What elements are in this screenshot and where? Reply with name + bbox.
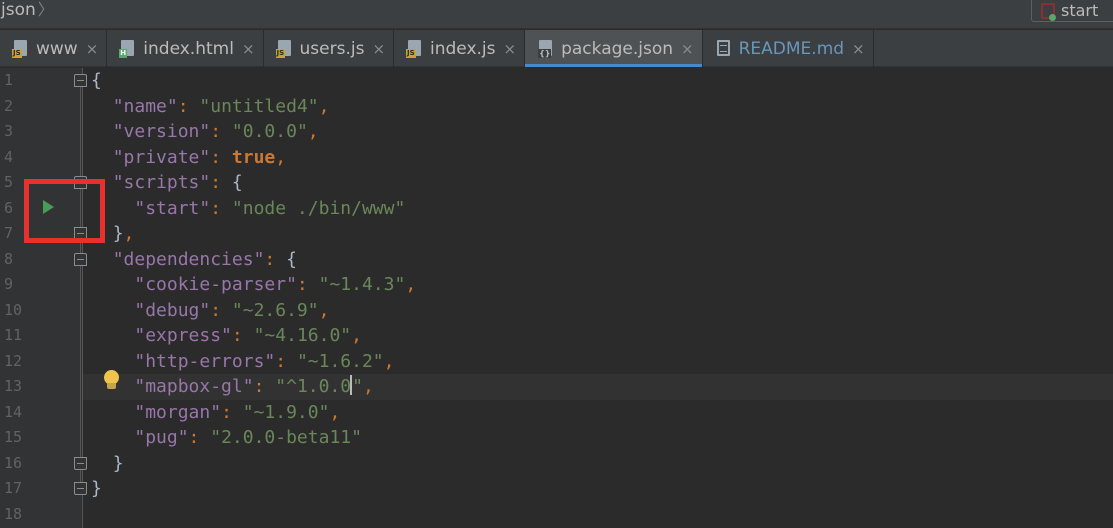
code-line[interactable]: 15 "pug": "2.0.0-beta11" <box>0 425 1113 451</box>
lightbulb-icon[interactable] <box>103 370 120 392</box>
code-line[interactable]: 8 "dependencies": { <box>0 247 1113 273</box>
code-text: "debug": "~2.6.9", <box>134 299 330 321</box>
tab-label: www <box>36 38 78 59</box>
tab-label: users.js <box>299 38 365 59</box>
code-text: { <box>91 70 102 91</box>
code-text: } <box>112 452 124 474</box>
close-icon[interactable]: × <box>852 40 865 58</box>
code-text: "private": true, <box>112 146 287 168</box>
line-number: 4 <box>4 147 14 166</box>
line-number: 3 <box>4 122 14 140</box>
close-icon[interactable]: × <box>681 40 694 58</box>
tab-label: index.html <box>143 38 234 59</box>
markdown-file-icon <box>715 39 731 58</box>
fold-guide <box>80 87 81 491</box>
tab-users-js[interactable]: JS users.js × <box>264 30 395 67</box>
tab-label: README.md <box>738 38 845 59</box>
navigation-bar: json 〉 start <box>0 0 1113 29</box>
fold-collapse-icon[interactable] <box>74 74 87 87</box>
code-line[interactable]: 1 { <box>0 68 1113 94</box>
js-file-icon: JS <box>12 39 28 58</box>
run-configuration-label: start <box>1061 1 1099 20</box>
tab-www[interactable]: JS www × <box>0 30 108 67</box>
code-line[interactable]: 9 "cookie-parser": "~1.4.3", <box>0 272 1113 298</box>
close-icon[interactable]: × <box>86 40 99 58</box>
line-number: 17 <box>4 479 23 497</box>
code-text: "express": "~4.16.0", <box>134 325 362 346</box>
code-text: "mapbox-gl": "^1.0.0", <box>134 375 374 397</box>
tab-package-json[interactable]: {} package.json × <box>525 30 703 67</box>
breadcrumb-item[interactable]: json <box>1 0 36 20</box>
code-text: "cookie-parser": "~1.4.3", <box>134 274 417 295</box>
line-number: 10 <box>4 300 23 319</box>
code-line[interactable]: 2 "name": "untitled4", <box>0 94 1113 120</box>
line-number: 8 <box>4 249 14 268</box>
code-text: "version": "0.0.0", <box>112 121 319 142</box>
code-text: "start": "node ./bin/www" <box>134 197 406 219</box>
code-editor[interactable]: 1 { 2 "name": "untitled4", 3 "version": … <box>0 68 1113 528</box>
line-number: 12 <box>4 351 23 370</box>
close-icon[interactable]: × <box>504 40 517 58</box>
code-text: "scripts": { <box>112 172 243 193</box>
annotation-highlight-box <box>24 179 105 243</box>
code-line[interactable]: 3 "version": "0.0.0", <box>0 119 1113 145</box>
fold-collapse-icon[interactable] <box>74 253 87 266</box>
line-number: 1 <box>4 71 14 89</box>
code-line[interactable]: 11 "express": "~4.16.0", <box>0 323 1113 349</box>
code-line[interactable]: 18 <box>0 502 1113 528</box>
close-icon[interactable]: × <box>372 40 385 58</box>
code-line[interactable]: 4 "private": true, <box>0 145 1113 171</box>
close-icon[interactable]: × <box>242 40 255 58</box>
code-line[interactable]: 6 "start": "node ./bin/www" <box>0 196 1113 222</box>
fold-end-icon[interactable] <box>74 482 87 495</box>
fold-end-icon[interactable] <box>74 457 87 470</box>
json-file-icon: {} <box>537 39 553 58</box>
code-line[interactable]: 5 "scripts": { <box>0 170 1113 196</box>
js-file-icon: JS <box>406 39 422 58</box>
code-text: "pug": "2.0.0-beta11" <box>134 427 362 448</box>
code-text: "morgan": "~1.9.0", <box>134 401 341 423</box>
line-number: 14 <box>4 402 23 421</box>
code-text: "name": "untitled4", <box>112 95 330 117</box>
tab-label: package.json <box>561 38 674 59</box>
html-file-icon: H <box>119 39 135 58</box>
editor-tab-bar: JS www × H index.html × JS users.js × JS… <box>0 30 1113 67</box>
tab-index-js[interactable]: JS index.js × <box>394 30 526 67</box>
breadcrumb[interactable]: json 〉 <box>0 0 54 22</box>
code-text: "http-errors": "~1.6.2", <box>134 350 395 372</box>
line-number: 13 <box>4 377 23 395</box>
code-line[interactable]: 7 }, <box>0 221 1113 247</box>
line-number: 11 <box>4 326 23 344</box>
code-line-current[interactable]: 13 "mapbox-gl": "^1.0.0", <box>4 374 1113 400</box>
code-line[interactable]: 10 "debug": "~2.6.9", <box>0 298 1113 324</box>
code-text: "dependencies": { <box>112 248 297 270</box>
tab-label: index.js <box>430 38 496 59</box>
line-number: 2 <box>4 96 14 115</box>
tab-index-html[interactable]: H index.html × <box>107 30 264 67</box>
tab-readme-md[interactable]: README.md × <box>703 30 874 67</box>
js-file-icon: JS <box>275 39 292 58</box>
line-number: 16 <box>4 453 23 472</box>
code-line[interactable]: 17 } <box>0 476 1113 502</box>
code-line[interactable]: 14 "morgan": "~1.9.0", <box>0 400 1113 426</box>
line-number: 15 <box>4 428 23 446</box>
line-number: 9 <box>4 275 14 293</box>
breadcrumb-chevron-icon: 〉 <box>37 0 54 19</box>
code-line[interactable]: 16 } <box>0 451 1113 477</box>
code-text: } <box>91 478 102 499</box>
line-number: 18 <box>4 504 23 523</box>
run-configuration-selector[interactable]: start <box>1031 0 1113 22</box>
code-line[interactable]: 12 "http-errors": "~1.6.2", <box>0 349 1113 375</box>
npm-run-config-icon <box>1041 2 1056 21</box>
